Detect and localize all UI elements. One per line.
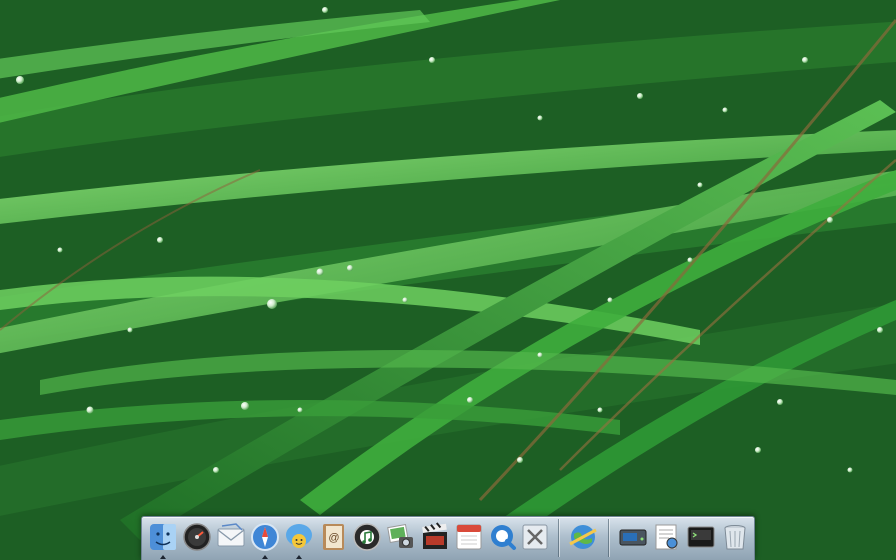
dashboard-icon	[183, 523, 211, 551]
itunes-dock-item[interactable]	[352, 522, 382, 552]
utilities-dock-item[interactable]	[520, 522, 550, 552]
trash-dock-item[interactable]	[720, 522, 750, 552]
imovie-icon	[422, 522, 447, 549]
iphoto-icon	[387, 523, 413, 548]
imovie-dock-item[interactable]	[420, 522, 450, 552]
preview-dock-item[interactable]	[652, 522, 682, 552]
safari-dock-item[interactable]	[250, 522, 280, 559]
network-globe-icon	[569, 525, 597, 549]
dashboard-dock-item[interactable]	[182, 522, 212, 552]
ical-icon	[456, 524, 482, 550]
dock-separator	[558, 519, 559, 557]
desktop[interactable]: @	[0, 0, 896, 560]
running-indicator	[262, 555, 268, 559]
trash-icon	[724, 525, 746, 550]
dock: @	[141, 516, 755, 560]
hard-drive-dock-item[interactable]	[618, 522, 648, 552]
dock-separator	[608, 519, 609, 557]
ical-dock-item[interactable]	[454, 522, 484, 552]
address-book-icon: @	[323, 524, 344, 550]
ichat-dock-item[interactable]	[284, 522, 314, 559]
network-globe-dock-item[interactable]	[568, 522, 598, 552]
running-indicator	[296, 555, 302, 559]
safari-icon	[251, 523, 279, 551]
hard-drive-icon	[619, 529, 647, 546]
itunes-icon	[353, 523, 381, 551]
preview-icon	[655, 524, 678, 550]
quicktime-icon	[491, 525, 516, 550]
mail-icon	[217, 523, 245, 547]
mail-dock-item[interactable]	[216, 522, 246, 552]
terminal-dock-item[interactable]	[686, 522, 716, 552]
terminal-icon	[687, 526, 715, 548]
iphoto-dock-item[interactable]	[386, 522, 416, 552]
address-book-dock-item[interactable]: @	[318, 522, 348, 552]
quicktime-dock-item[interactable]	[488, 522, 518, 552]
ichat-icon	[286, 524, 312, 548]
running-indicator	[160, 555, 166, 559]
grass-wallpaper	[0, 0, 896, 560]
finder-dock-item[interactable]	[148, 522, 178, 559]
svg-text:@: @	[328, 532, 339, 544]
utilities-icon	[522, 524, 548, 550]
finder-icon	[150, 524, 176, 550]
